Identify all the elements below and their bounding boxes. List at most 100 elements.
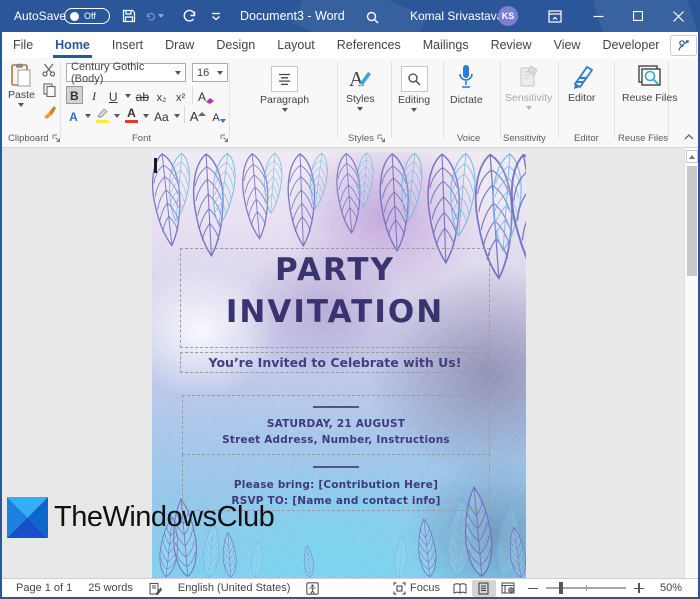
invitation-title-line2[interactable]: INVITATION [181,297,489,328]
tab-mailings[interactable]: Mailings [412,32,480,58]
change-case-chevron-icon[interactable] [174,114,180,118]
titlebar: AutoSave Off Document3 - Word Komal Sriv… [0,0,700,32]
font-color-chevron-icon[interactable] [143,114,149,118]
tab-references[interactable]: References [326,32,412,58]
zoom-out-button[interactable] [520,579,540,597]
redo-icon[interactable] [180,8,198,24]
zoom-in-button[interactable] [632,579,652,597]
styles-dialog-launcher-icon[interactable] [377,134,386,143]
undo-icon[interactable] [146,8,164,24]
zoom-slider[interactable] [546,587,626,589]
invitation-title-line1[interactable]: PARTY [181,255,489,286]
invitation-subtitle-box[interactable]: You’re Invited to Celebrate with Us! [180,352,490,373]
subscript-button[interactable]: x₂ [154,86,169,104]
share-button[interactable] [670,35,697,56]
font-name-select[interactable]: Century Gothic (Body) [66,63,186,82]
chevron-down-icon [217,71,223,75]
tab-home[interactable]: Home [44,32,101,58]
text-effects-button[interactable]: A [66,106,81,124]
chevron-down-icon [18,103,24,107]
collapse-ribbon-icon[interactable] [682,130,696,144]
tab-review[interactable]: Review [480,32,543,58]
invitation-title-box[interactable]: PARTY INVITATION [180,248,490,348]
font-name-value: Century Gothic (Body) [71,61,175,85]
clear-formatting-button[interactable]: A [197,86,215,104]
editor-icon [569,64,595,90]
underline-chevron-icon[interactable] [125,94,131,98]
reuse-files-button[interactable]: Reuse Files [622,64,677,104]
format-painter-icon[interactable] [40,103,58,119]
avatar[interactable]: KS [498,6,518,26]
underline-button[interactable]: U [106,86,121,104]
tab-draw[interactable]: Draw [154,32,205,58]
minimize-button[interactable] [581,0,615,32]
autosave-state: Off [84,11,96,21]
italic-button[interactable]: I [87,86,102,104]
autosave-toggle[interactable]: Off [64,8,110,24]
cut-icon[interactable] [40,62,58,78]
tab-design[interactable]: Design [205,32,266,58]
paragraph-button[interactable]: Paragraph [260,66,309,112]
proofing-status-icon[interactable] [141,579,170,597]
styles-button[interactable]: A Styles [346,66,375,111]
highlight-chevron-icon[interactable] [114,114,120,118]
superscript-button[interactable]: x² [173,86,188,104]
scrollbar-thumb[interactable] [687,166,697,276]
close-button[interactable] [661,0,695,32]
invitation-address[interactable]: Street Address, Number, Instructions [183,434,489,446]
shrink-font-caret-icon [220,119,226,123]
tab-developer[interactable]: Developer [591,32,670,58]
accessibility-icon[interactable] [298,579,327,597]
invitation-subtitle[interactable]: You’re Invited to Celebrate with Us! [181,355,489,370]
copy-icon[interactable] [40,82,58,98]
zoom-percent[interactable]: 50% [652,579,698,597]
font-dialog-launcher-icon[interactable] [220,134,229,143]
grow-font-caret-icon [198,112,206,116]
bold-button[interactable]: B [66,86,83,104]
vertical-scrollbar[interactable] [684,148,698,578]
search-icon[interactable] [363,9,381,25]
dictate-button[interactable]: Dictate [450,64,483,106]
maximize-button[interactable] [621,0,655,32]
highlighter-icon [96,108,109,119]
editor-button[interactable]: Editor [568,64,595,104]
change-case-button[interactable]: Aa [153,106,170,124]
page-indicator[interactable]: Page 1 of 1 [2,579,80,597]
read-mode-icon [453,583,467,594]
tab-insert[interactable]: Insert [101,32,154,58]
text-effects-chevron-icon[interactable] [85,114,91,118]
invitation-date[interactable]: SATURDAY, 21 AUGUST [183,418,489,430]
invitation-bring[interactable]: Please bring: [Contribution Here] [183,479,489,491]
shrink-font-button[interactable]: A [211,106,226,124]
print-layout-button[interactable] [472,580,496,597]
editor-group-label: Editor [574,133,599,144]
paste-button[interactable]: Paste [8,63,35,107]
sensitivity-button[interactable]: Sensitivity [505,64,552,110]
strikethrough-button[interactable]: ab [135,86,150,104]
font-size-select[interactable]: 16 [192,63,228,82]
focus-button[interactable]: Focus [385,579,448,597]
tab-layout[interactable]: Layout [266,32,326,58]
font-color-button[interactable]: A [124,106,139,124]
save-icon[interactable] [120,8,138,24]
invitation-details-box[interactable]: SATURDAY, 21 AUGUST Street Address, Numb… [182,395,490,455]
clipboard-group-label: Clipboard [8,133,61,144]
tab-view[interactable]: View [543,32,592,58]
text-cursor [154,158,157,173]
ribbon-display-options-icon[interactable] [546,8,564,24]
tab-file[interactable]: File [2,32,44,58]
grow-font-button[interactable]: A [189,106,208,124]
language-indicator[interactable]: English (United States) [170,579,299,597]
word-count[interactable]: 25 words [80,579,141,597]
zoom-slider-thumb[interactable] [559,582,563,594]
user-name[interactable]: Komal Srivastava [410,0,503,32]
clipboard-dialog-launcher-icon[interactable] [52,134,61,143]
read-mode-button[interactable] [448,580,472,597]
web-layout-button[interactable] [496,580,520,597]
scroll-up-icon[interactable] [686,150,698,163]
editing-button[interactable]: Editing [398,66,430,112]
quick-access-overflow-icon[interactable] [207,8,225,24]
sensitivity-icon [518,64,540,90]
voice-group-label: Voice [457,133,480,144]
highlight-button[interactable] [95,106,110,124]
